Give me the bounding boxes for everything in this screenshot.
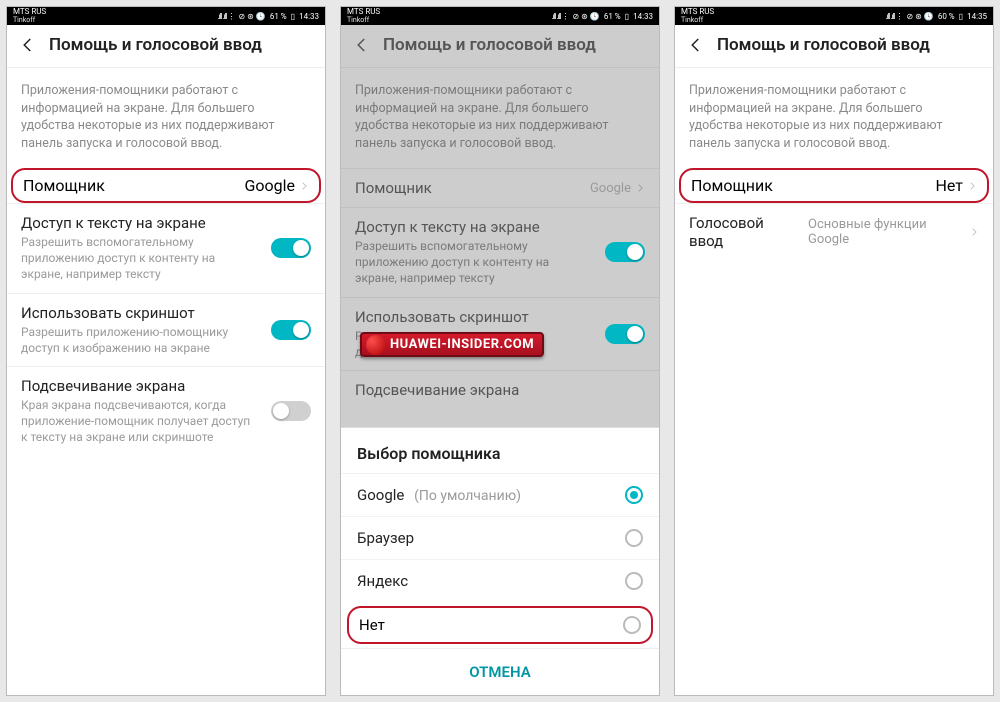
- option-google-label: Google: [357, 486, 404, 504]
- watermark-text: HUAWEI-INSIDER.COM: [360, 332, 544, 357]
- assistant-value: Google: [244, 176, 295, 195]
- screen-text-toggle[interactable]: [271, 238, 311, 258]
- back-icon[interactable]: [353, 36, 371, 54]
- battery-icon: ▯: [291, 12, 295, 21]
- status-bar: MTS RUS Tinkoff .ıll .ıll ⋮ ⊘ ⊛ 🕓 61 % ▯…: [7, 7, 325, 25]
- option-yandex-label: Яндекс: [357, 572, 408, 590]
- screenshot-title: Использовать скриншот: [21, 304, 251, 322]
- screen-text-row[interactable]: Доступ к тексту на экране Разрешить вспо…: [341, 207, 659, 297]
- signal-icon: .ıll .ıll ⋮: [552, 12, 569, 21]
- option-yandex[interactable]: Яндекс: [341, 559, 659, 602]
- screen-text-title: Доступ к тексту на экране: [21, 214, 251, 232]
- radio-selected-icon[interactable]: [625, 486, 643, 504]
- settings-list: Приложения-помощники работают с информац…: [7, 68, 325, 695]
- option-browser-label: Браузер: [357, 529, 414, 547]
- description-text: Приложения-помощники работают с информац…: [341, 68, 659, 168]
- settings-list: Приложения-помощники работают с информац…: [675, 68, 993, 695]
- screenshot-row[interactable]: Использовать скриншот Разрешить приложен…: [7, 293, 325, 366]
- back-icon[interactable]: [19, 36, 37, 54]
- radio-icon[interactable]: [625, 572, 643, 590]
- app-header: Помощь и голосовой ввод: [341, 25, 659, 68]
- carrier-1: MTS RUS: [13, 8, 46, 16]
- screenshot-toggle[interactable]: [271, 320, 311, 340]
- battery-icon: ▯: [959, 12, 963, 21]
- carrier-1: MTS RUS: [681, 8, 714, 16]
- screenshot-title: Использовать скриншот: [355, 308, 529, 326]
- page-title: Помощь и голосовой ввод: [49, 35, 262, 55]
- radio-icon[interactable]: [623, 616, 641, 634]
- flash-title: Подсвечивание экрана: [355, 381, 645, 399]
- app-header: Помощь и голосовой ввод: [675, 25, 993, 68]
- page-title: Помощь и голосовой ввод: [383, 35, 596, 55]
- assistant-value: Google: [590, 181, 631, 196]
- option-google[interactable]: Google (По умолчанию): [341, 473, 659, 516]
- time: 14:33: [633, 12, 653, 21]
- screen-text-sub: Разрешить вспомогательному приложению до…: [21, 234, 251, 283]
- status-icons: ⊘ ⊛ 🕓: [906, 12, 933, 21]
- description-text: Приложения-помощники работают с информац…: [675, 68, 993, 168]
- assistant-label: Помощник: [691, 176, 773, 195]
- cancel-button[interactable]: ОТМЕНА: [341, 648, 659, 695]
- chevron-right-icon: [969, 227, 979, 237]
- watermark-overlay: HUAWEI-INSIDER.COM: [360, 332, 544, 357]
- status-icons: ⊘ ⊛ 🕓: [572, 12, 599, 21]
- assistant-row-highlighted[interactable]: Помощник Нет: [679, 168, 989, 203]
- settings-list-dimmed: Приложения-помощники работают с информац…: [341, 68, 659, 695]
- chevron-right-icon: [635, 183, 645, 193]
- screen-text-toggle[interactable]: [605, 242, 645, 262]
- carrier-1: MTS RUS: [347, 8, 380, 16]
- page-title: Помощь и голосовой ввод: [717, 35, 930, 55]
- screenshot-toggle[interactable]: [605, 324, 645, 344]
- carrier-2: Tinkoff: [681, 16, 714, 24]
- flash-toggle[interactable]: [271, 401, 311, 421]
- signal-icon: .ıll .ıll ⋮: [886, 12, 903, 21]
- option-none-label: Нет: [359, 616, 385, 634]
- app-header: Помощь и голосовой ввод: [7, 25, 325, 68]
- status-bar: MTS RUS Tinkoff .ıll .ıll ⋮ ⊘ ⊛ 🕓 60 % ▯…: [675, 7, 993, 25]
- phone-screen-1: MTS RUS Tinkoff .ıll .ıll ⋮ ⊘ ⊛ 🕓 61 % ▯…: [6, 6, 326, 696]
- assistant-value: Нет: [935, 176, 963, 195]
- back-icon[interactable]: [687, 36, 705, 54]
- assistant-picker-sheet: Выбор помощника Google (По умолчанию) Бр…: [341, 427, 659, 695]
- assistant-label: Помощник: [23, 176, 105, 195]
- radio-icon[interactable]: [625, 529, 643, 547]
- time: 14:33: [299, 12, 319, 21]
- voice-input-title: Голосовой ввод: [689, 214, 798, 250]
- status-icons: ⊘ ⊛ 🕓: [238, 12, 265, 21]
- default-badge: (По умолчанию): [414, 488, 521, 504]
- screenshot-sub: Разрешить приложению-помощнику доступ к …: [21, 324, 251, 356]
- sheet-title: Выбор помощника: [341, 428, 659, 473]
- battery-pct: 61 %: [604, 12, 621, 21]
- voice-input-value: Основные функции Google: [808, 217, 965, 247]
- option-browser[interactable]: Браузер: [341, 516, 659, 559]
- battery-icon: ▯: [625, 12, 629, 21]
- voice-input-row[interactable]: Голосовой ввод Основные функции Google: [675, 203, 993, 260]
- option-none-highlighted[interactable]: Нет: [347, 606, 653, 644]
- battery-pct: 61 %: [270, 12, 287, 21]
- carrier-2: Tinkoff: [13, 16, 46, 24]
- screen-text-row[interactable]: Доступ к тексту на экране Разрешить вспо…: [7, 203, 325, 293]
- flash-title: Подсвечивание экрана: [21, 377, 251, 395]
- carrier-2: Tinkoff: [347, 16, 380, 24]
- assistant-row-highlighted[interactable]: Помощник Google: [11, 168, 321, 203]
- screen-text-title: Доступ к тексту на экране: [355, 218, 585, 236]
- assistant-row[interactable]: Помощник Google: [341, 168, 659, 207]
- flash-sub: Края экрана подсвечиваются, когда прилож…: [21, 397, 251, 446]
- status-bar: MTS RUS Tinkoff .ıll .ıll ⋮ ⊘ ⊛ 🕓 61 % ▯…: [341, 7, 659, 25]
- chevron-right-icon: [299, 181, 309, 191]
- phone-screen-3: MTS RUS Tinkoff .ıll .ıll ⋮ ⊘ ⊛ 🕓 60 % ▯…: [674, 6, 994, 696]
- flash-row: Подсвечивание экрана: [341, 370, 659, 409]
- flash-row[interactable]: Подсвечивание экрана Края экрана подсвеч…: [7, 366, 325, 456]
- chevron-right-icon: [967, 181, 977, 191]
- description-text: Приложения-помощники работают с информац…: [7, 68, 325, 168]
- time: 14:35: [967, 12, 987, 21]
- screen-text-sub: Разрешить вспомогательному приложению до…: [355, 238, 585, 287]
- assistant-label: Помощник: [355, 179, 432, 197]
- signal-icon: .ıll .ıll ⋮: [218, 12, 235, 21]
- battery-pct: 60 %: [938, 12, 955, 21]
